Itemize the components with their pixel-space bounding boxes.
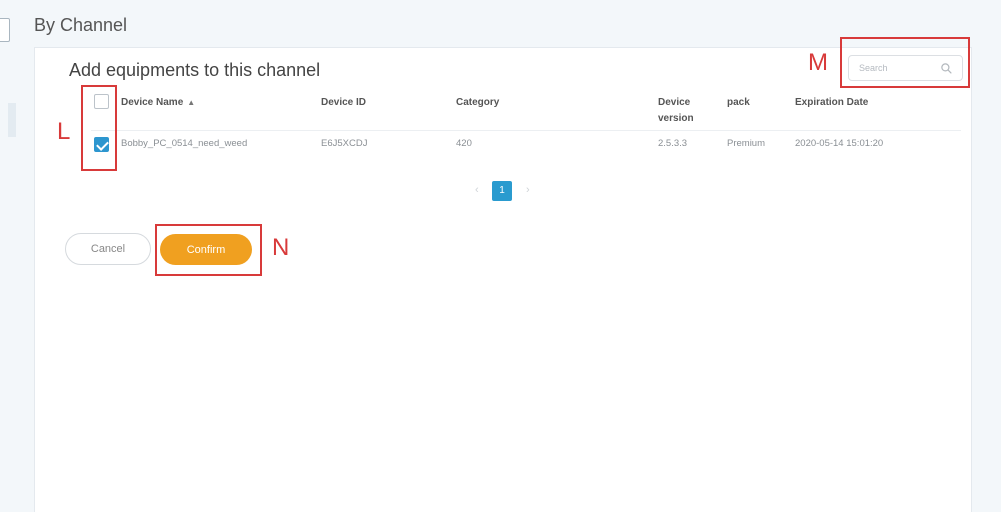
panel-title: Add equipments to this channel xyxy=(69,60,321,80)
annotation-label-m: M xyxy=(808,49,828,76)
cancel-button[interactable]: Cancel xyxy=(65,233,151,265)
cell-device-version: 2.5.3.3 xyxy=(658,138,688,149)
annotation-label-n: N xyxy=(272,234,290,261)
cell-device-name: Bobby_PC_0514_need_weed xyxy=(121,138,248,149)
annotation-label-l: L xyxy=(57,118,71,145)
pagination-page-1[interactable]: 1 xyxy=(492,181,512,201)
col-header-device-name-label: Device Name xyxy=(121,97,184,108)
col-header-pack: pack xyxy=(727,97,750,108)
col-header-device-version-line2: version xyxy=(658,113,694,124)
col-header-expiration-date: Expiration Date xyxy=(795,97,869,108)
pagination-next-icon[interactable]: › xyxy=(526,184,530,196)
col-header-device-version: Device version xyxy=(658,95,694,127)
cell-pack: Premium xyxy=(727,138,766,149)
sort-asc-icon[interactable]: ▲ xyxy=(187,98,195,107)
annotation-box-m xyxy=(840,37,970,88)
col-header-device-version-line1: Device xyxy=(658,97,691,108)
add-equipments-panel: Add equipments to this channel Device Na… xyxy=(34,47,972,512)
cell-category: 420 xyxy=(456,138,472,149)
header-divider xyxy=(91,130,961,131)
col-header-device-id: Device ID xyxy=(321,97,367,108)
annotation-box-l xyxy=(81,85,117,171)
cell-expiration-date: 2020-05-14 15:01:20 xyxy=(795,138,884,149)
cell-device-id: E6J5XCDJ xyxy=(321,138,368,149)
left-edge-tab xyxy=(0,18,10,42)
col-header-category: Category xyxy=(456,97,500,108)
pagination-prev-icon[interactable]: ‹ xyxy=(475,184,479,196)
section-title: By Channel xyxy=(34,15,128,35)
col-header-device-name[interactable]: Device Name ▲ xyxy=(121,95,195,111)
left-edge-strip xyxy=(8,103,16,137)
annotation-box-n xyxy=(155,224,262,276)
